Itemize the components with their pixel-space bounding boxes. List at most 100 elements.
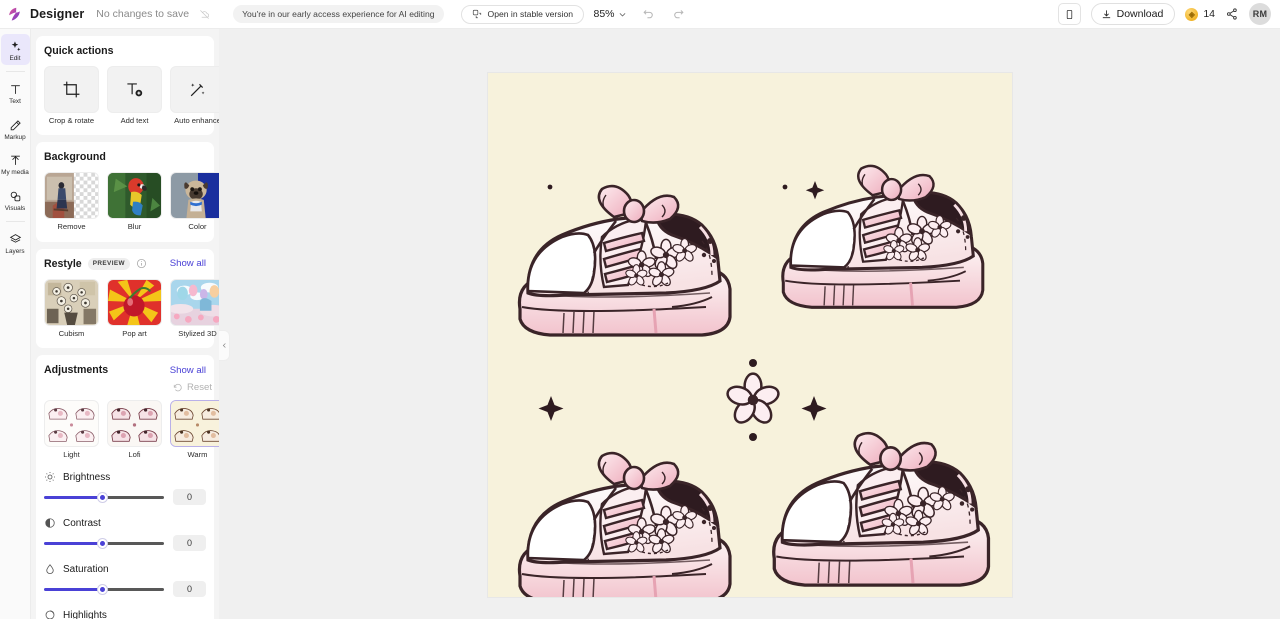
info-icon[interactable] xyxy=(136,258,147,269)
background-color-box xyxy=(170,172,219,219)
zoom-control[interactable]: 85% xyxy=(593,8,626,20)
redo-icon xyxy=(672,8,685,21)
slider-track-empty xyxy=(104,588,164,591)
rail-label-edit: Edit xyxy=(9,56,20,62)
adjustments-header: Adjustments Show all xyxy=(36,364,214,376)
restyle-stylized-3d-box xyxy=(170,279,219,326)
slider-contrast-thumb[interactable] xyxy=(98,539,107,548)
device-preview-button[interactable] xyxy=(1058,3,1081,25)
slider-brightness-thumb[interactable] xyxy=(98,493,107,502)
slider-brightness-label-row: Brightness xyxy=(44,471,206,483)
collapse-panel-button[interactable] xyxy=(219,330,230,361)
redo-button[interactable] xyxy=(670,6,687,23)
rail-item-mymedia[interactable]: My media xyxy=(1,148,30,179)
quick-action-add-text[interactable]: Add text xyxy=(107,66,162,125)
credits-count: 14 xyxy=(1203,8,1215,20)
restyle-show-all-button[interactable]: Show all xyxy=(170,258,206,269)
preset-warm-label: Warm xyxy=(188,451,208,459)
slider-highlights-name: Highlights xyxy=(63,610,107,619)
credits-badge[interactable]: ◈ 14 xyxy=(1185,8,1215,21)
slider-saturation-row: 0 xyxy=(44,581,206,597)
chevron-left-icon xyxy=(221,342,228,349)
slider-track-filled xyxy=(44,542,104,545)
adjustments-card: Adjustments Show all Reset xyxy=(36,355,214,619)
preset-warm-thumb xyxy=(171,400,219,447)
quick-actions-list: Crop & rotate Add text xyxy=(44,66,206,125)
slider-contrast-value[interactable]: 0 xyxy=(173,535,206,551)
slider-saturation-label-row: Saturation xyxy=(44,563,206,575)
slider-contrast-name: Contrast xyxy=(63,518,101,529)
rail-item-edit[interactable]: Edit xyxy=(1,34,30,65)
slider-contrast: Contrast 0 xyxy=(36,517,214,551)
shapes-icon xyxy=(8,189,23,204)
slider-saturation-value[interactable]: 0 xyxy=(173,581,206,597)
share-icon[interactable] xyxy=(1225,7,1239,21)
stylized-3d-balloons-thumb xyxy=(171,279,219,326)
slider-saturation-thumb[interactable] xyxy=(98,585,107,594)
quick-action-crop-rotate[interactable]: Crop & rotate xyxy=(44,66,99,125)
restyle-pop-art[interactable]: Pop art xyxy=(107,279,162,338)
slider-track-filled xyxy=(44,588,104,591)
reset-button[interactable]: Reset xyxy=(36,382,212,393)
zoom-level-value: 85% xyxy=(593,8,614,20)
rail-item-markup[interactable]: Markup xyxy=(1,113,30,144)
left-nav-rail: Edit Text Markup My media Visuals xyxy=(0,29,31,619)
slider-saturation-control[interactable] xyxy=(44,582,164,596)
slider-brightness-name: Brightness xyxy=(63,472,110,483)
rail-label-media: My media xyxy=(1,170,29,176)
rail-item-visuals[interactable]: Visuals xyxy=(1,184,30,215)
device-icon xyxy=(1064,9,1075,20)
download-button[interactable]: Download xyxy=(1091,3,1176,25)
restyle-stylized-3d[interactable]: Stylized 3D xyxy=(170,279,219,338)
quick-action-auto-enhance[interactable]: Auto enhance xyxy=(170,66,219,125)
avatar[interactable]: RM xyxy=(1249,3,1271,25)
preset-lofi[interactable]: Lofi xyxy=(107,400,162,459)
quick-actions-card: Quick actions Crop & rotate Add te xyxy=(36,36,214,135)
slider-brightness-value[interactable]: 0 xyxy=(173,489,206,505)
canvas-stage[interactable] xyxy=(219,29,1280,619)
reset-label: Reset xyxy=(187,382,212,393)
preset-light[interactable]: Light xyxy=(44,400,99,459)
reset-icon xyxy=(173,383,183,393)
coin-icon: ◈ xyxy=(1185,8,1198,21)
designer-logo-icon[interactable] xyxy=(6,6,23,23)
artboard[interactable] xyxy=(488,73,1012,597)
quick-action-add-text-box xyxy=(107,66,162,113)
slider-brightness: Brightness 0 xyxy=(36,471,214,505)
slider-contrast-label-row: Contrast xyxy=(44,517,206,529)
background-blur[interactable]: Blur xyxy=(107,172,162,231)
preset-light-label: Light xyxy=(63,451,79,459)
background-color[interactable]: Color xyxy=(170,172,219,231)
restyle-list: Cubism xyxy=(44,279,206,338)
slider-contrast-value-text: 0 xyxy=(187,538,192,548)
preset-warm-box xyxy=(170,400,219,447)
pop-art-cherry-thumb xyxy=(108,279,161,326)
rail-label-layers: Layers xyxy=(5,249,24,255)
rail-label-text: Text xyxy=(9,99,21,105)
adjustments-show-all-button[interactable]: Show all xyxy=(170,365,206,376)
rail-item-text[interactable]: Text xyxy=(1,77,30,108)
preset-warm[interactable]: Warm xyxy=(170,400,219,459)
restyle-header: Restyle PREVIEW Show all xyxy=(44,258,206,270)
app-header: Designer No changes to save You're in ou… xyxy=(0,0,1280,29)
background-card: Background xyxy=(36,142,214,241)
slider-highlights: Highlights 0 xyxy=(36,609,214,619)
slider-brightness-control[interactable] xyxy=(44,490,164,504)
slider-contrast-control[interactable] xyxy=(44,536,164,550)
slider-track-empty xyxy=(104,496,164,499)
save-state-text: No changes to save xyxy=(96,8,189,20)
restyle-pop-art-box xyxy=(107,279,162,326)
edit-panel: Quick actions Crop & rotate Add te xyxy=(31,29,219,619)
cubism-flowers-thumb xyxy=(45,279,98,326)
restyle-cubism[interactable]: Cubism xyxy=(44,279,99,338)
pen-icon xyxy=(8,118,23,133)
restyle-preview-badge: PREVIEW xyxy=(88,258,130,270)
adjustment-presets: Light xyxy=(36,400,214,459)
background-remove[interactable]: Remove xyxy=(44,172,99,231)
saturation-icon xyxy=(44,563,56,575)
background-color-label: Color xyxy=(188,223,206,231)
rail-item-layers[interactable]: Layers xyxy=(1,227,30,258)
restyle-cubism-box xyxy=(44,279,99,326)
parrot-thumb xyxy=(108,172,161,219)
undo-button[interactable] xyxy=(640,6,657,23)
